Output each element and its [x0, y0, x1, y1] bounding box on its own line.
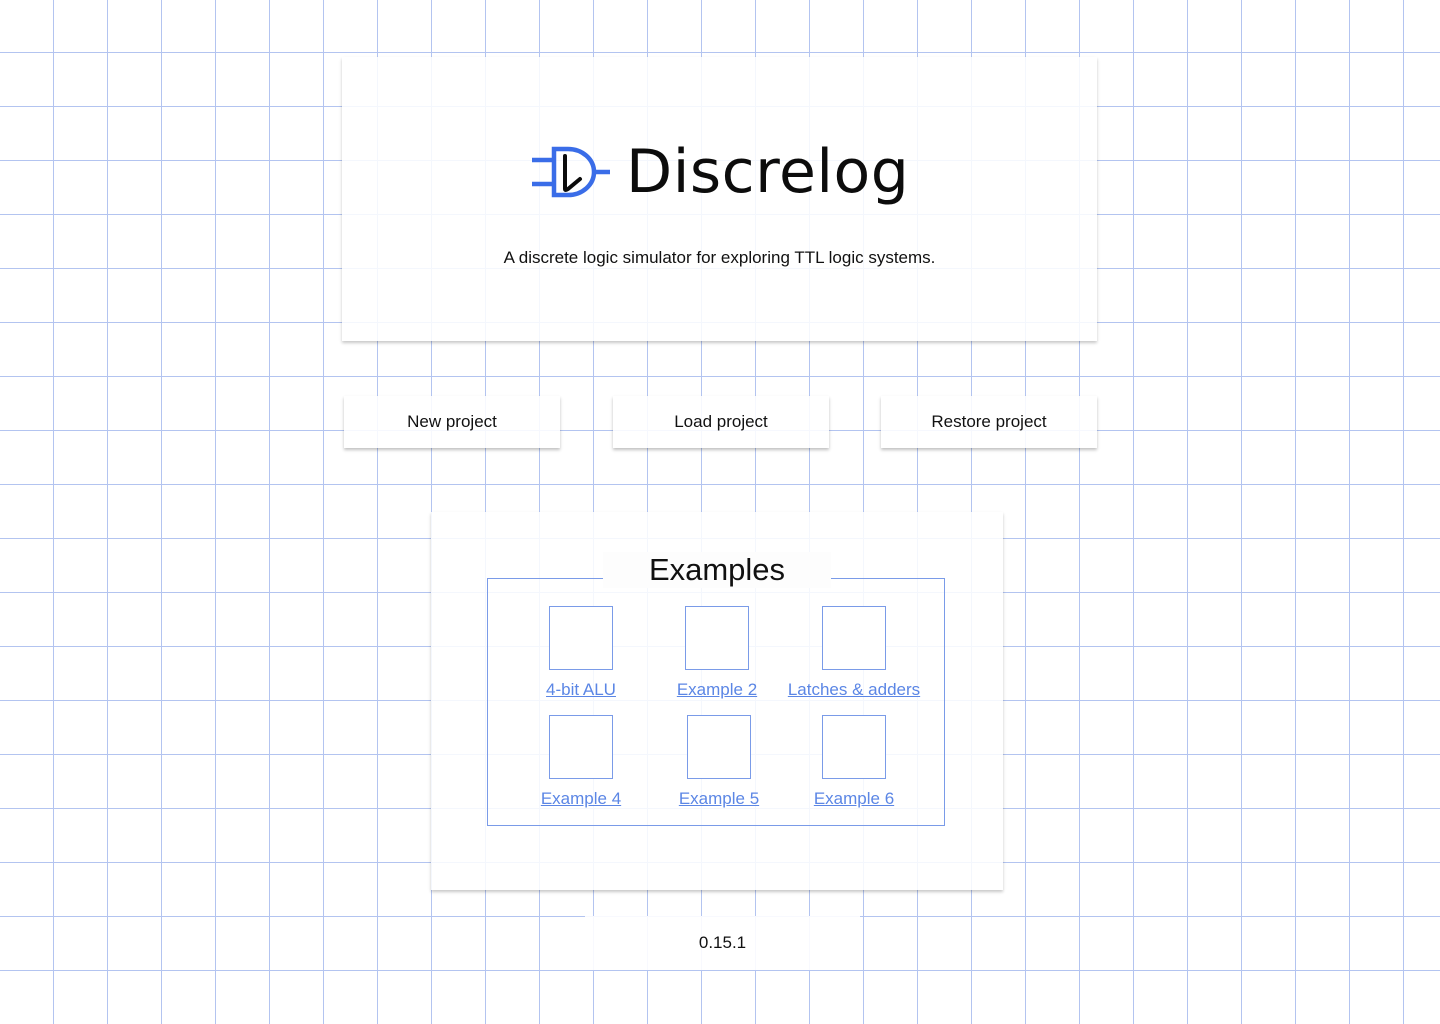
example-thumbnail[interactable]	[685, 606, 749, 670]
example-item: 4-bit ALU	[506, 606, 656, 700]
version-label: 0.15.1	[585, 916, 860, 970]
tagline: A discrete logic simulator for exploring…	[503, 248, 936, 267]
example-thumbnail[interactable]	[822, 715, 886, 779]
example-link[interactable]: Example 4	[541, 789, 621, 809]
app-title: Discrelog	[626, 137, 910, 207]
example-link[interactable]: 4-bit ALU	[546, 680, 616, 700]
example-link[interactable]: Example 6	[814, 789, 894, 809]
example-thumbnail[interactable]	[549, 606, 613, 670]
example-item: Example 6	[779, 715, 929, 809]
brand: Discrelog	[532, 139, 909, 205]
new-project-button[interactable]: New project	[344, 396, 560, 448]
example-thumbnail[interactable]	[822, 606, 886, 670]
example-link[interactable]: Latches & adders	[788, 680, 920, 700]
example-item: Example 5	[644, 715, 794, 809]
logic-gate-d-logo-icon	[532, 146, 610, 198]
restore-project-button[interactable]: Restore project	[881, 396, 1097, 448]
examples-title: Examples	[603, 552, 831, 588]
example-link[interactable]: Example 5	[679, 789, 759, 809]
example-thumbnail[interactable]	[687, 715, 751, 779]
hero-card: Discrelog A discrete logic simulator for…	[342, 57, 1097, 341]
example-thumbnail[interactable]	[549, 715, 613, 779]
example-item: Latches & adders	[779, 606, 929, 700]
example-item: Example 4	[506, 715, 656, 809]
example-link[interactable]: Example 2	[677, 680, 757, 700]
load-project-button[interactable]: Load project	[613, 396, 829, 448]
examples-card: Examples 4-bit ALU Example 2 Latches & a…	[431, 512, 1003, 890]
example-item: Example 2	[642, 606, 792, 700]
